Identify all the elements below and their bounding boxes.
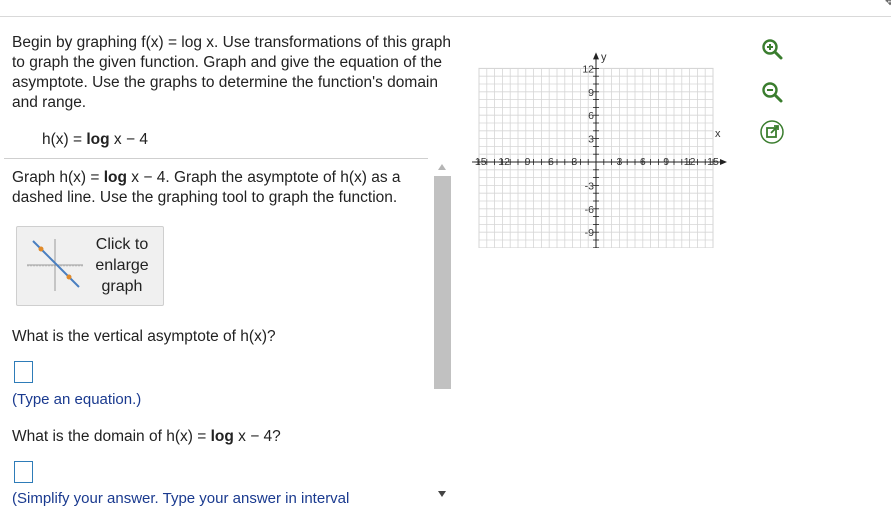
y-tick-label: -9 [585, 227, 594, 239]
domain-answer-box[interactable] [14, 461, 33, 483]
zoom-in-glyph [762, 39, 783, 60]
zoom-in-icon[interactable] [760, 37, 784, 61]
asymptote-hint: (Type an equation.) [12, 391, 142, 408]
pop-out-icon[interactable] [760, 120, 784, 144]
x-tick-label: -3 [568, 156, 577, 168]
graph-instruction: Graph h(x) = log x − 4. Graph the asympt… [12, 168, 422, 208]
enlarge-label: Click to enlarge graph [89, 234, 155, 297]
enlarge-graph-button[interactable]: Click to enlarge graph [16, 226, 164, 306]
domain-question: What is the domain of h(x) = log x − 4? [12, 428, 281, 446]
x-tick-label: 6 [640, 156, 646, 168]
y-axis-arrow [593, 52, 599, 60]
move-icon[interactable]: ✥ [885, 0, 891, 8]
x-tick-label: -12 [495, 156, 510, 168]
x-tick-label: 15 [707, 156, 719, 168]
enlarge-label-line3: graph [101, 278, 143, 295]
top-divider [0, 16, 891, 17]
domain-hint: (Simplify your answer. Type your answer … [12, 490, 350, 507]
asymptote-answer-box[interactable] [14, 361, 33, 383]
scroll-down-icon[interactable] [432, 487, 452, 501]
x-axis-label: x [715, 128, 721, 140]
function-definition: h(x) = log x − 4 [42, 131, 148, 149]
scrollbar[interactable] [432, 160, 452, 505]
coordinate-graph: xy -15-12-9-6-3369121512963-3-6-9-12 [472, 51, 727, 248]
y-tick-label: 9 [588, 87, 594, 99]
scroll-up-icon[interactable] [432, 160, 452, 174]
pop-out-glyph [760, 120, 784, 144]
scrollbar-thumb[interactable] [434, 176, 451, 389]
x-tick-label: -9 [521, 156, 530, 168]
y-tick-label: -6 [585, 204, 594, 216]
domain-q-prefix: What is the domain of h(x) = [12, 428, 211, 445]
x-tick-label: -15 [472, 156, 487, 168]
zoom-out-glyph [762, 82, 783, 103]
asymptote-question: What is the vertical asymptote of h(x)? [12, 328, 276, 345]
y-axis-label: y [601, 51, 607, 63]
x-tick-label: 12 [684, 156, 696, 168]
problem-statement: Begin by graphing f(x) = log x. Use tran… [12, 34, 451, 111]
x-axis-arrow [720, 159, 727, 165]
question-panel: Graph h(x) = log x − 4. Graph the asympt… [0, 160, 430, 532]
enlarge-label-line1: Click to [95, 236, 149, 253]
y-tick-label: -3 [585, 180, 594, 192]
func-suffix: x − 4 [109, 131, 148, 148]
section-divider [4, 158, 428, 159]
zoom-out-icon[interactable] [760, 80, 784, 104]
instr-log: log [103, 169, 127, 186]
y-tick-label: 12 [582, 63, 594, 75]
x-tick-label: -6 [545, 156, 554, 168]
domain-q-log: log [210, 428, 234, 445]
enlarge-label-line2: enlarge [95, 257, 149, 274]
func-prefix: h(x) = [42, 131, 87, 148]
domain-q-suffix: x − 4? [233, 428, 281, 445]
y-tick-label: 3 [588, 134, 594, 146]
graph-thumbnail-icon [27, 239, 83, 291]
func-log: log [86, 131, 110, 148]
x-tick-label: 3 [616, 156, 622, 168]
x-tick-label: 9 [663, 156, 669, 168]
y-tick-label: 6 [588, 110, 594, 122]
instr-prefix: Graph h(x) = [12, 169, 104, 186]
